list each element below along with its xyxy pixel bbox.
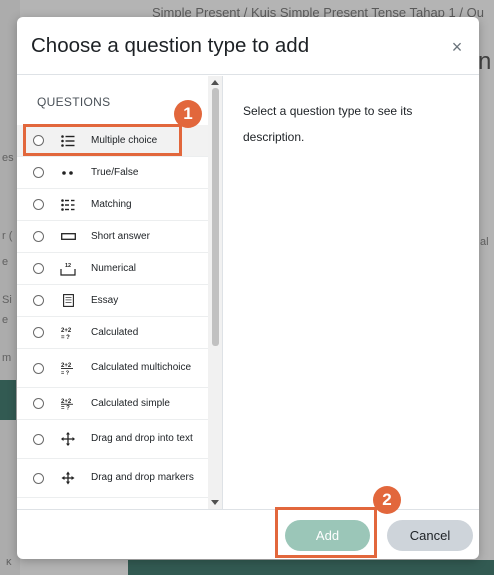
true-false-icon bbox=[59, 165, 77, 181]
step-marker-2: 2 bbox=[373, 486, 401, 514]
short-answer-icon bbox=[59, 229, 77, 245]
calculated-icon-glyph: 2+2 bbox=[61, 328, 72, 334]
question-type-label: Calculated simple bbox=[91, 397, 170, 409]
question-type-label: Drag and drop into text bbox=[91, 433, 193, 444]
question-type-label: True/False bbox=[91, 166, 139, 178]
question-type-label: Essay bbox=[91, 294, 119, 306]
question-type-true-false[interactable]: True/False bbox=[17, 157, 209, 189]
cancel-button[interactable]: Cancel bbox=[387, 520, 473, 551]
scroll-up-icon[interactable] bbox=[211, 80, 219, 85]
numerical-icon-glyph: 12 bbox=[65, 263, 71, 269]
calculated-simple-icon-glyph: = ? bbox=[61, 405, 70, 411]
calculated-multichoice-icon: 2+2 = ? bbox=[59, 360, 77, 376]
highlight-add-button bbox=[275, 507, 377, 558]
question-list-scrollbar[interactable] bbox=[208, 76, 222, 509]
question-type-description: Select a question type to see its descri… bbox=[243, 104, 413, 144]
radio-button[interactable] bbox=[33, 199, 44, 210]
dialog-header: Choose a question type to add × bbox=[17, 17, 479, 75]
close-button[interactable]: × bbox=[447, 37, 467, 57]
calculated-multichoice-icon-glyph: = ? bbox=[61, 371, 70, 376]
calculated-icon-glyph: = ? bbox=[61, 335, 70, 340]
step-marker-1: 1 bbox=[174, 100, 202, 128]
highlight-multiple-choice bbox=[23, 124, 182, 156]
question-type-calculated[interactable]: 2+2 = ? Calculated bbox=[17, 317, 209, 349]
radio-button[interactable] bbox=[33, 433, 44, 445]
radio-button[interactable] bbox=[33, 263, 44, 274]
question-type-dialog: Choose a question type to add × QUESTION… bbox=[17, 17, 479, 559]
question-type-numerical[interactable]: 12 Numerical bbox=[17, 253, 209, 285]
dialog-footer: Add Cancel bbox=[17, 509, 479, 559]
question-type-essay[interactable]: Essay bbox=[17, 285, 209, 317]
matching-icon bbox=[59, 197, 77, 213]
description-pane: Select a question type to see its descri… bbox=[224, 76, 479, 509]
radio-button[interactable] bbox=[33, 327, 44, 338]
numerical-icon: 12 bbox=[59, 261, 77, 277]
close-icon: × bbox=[451, 37, 463, 57]
question-type-label: Matching bbox=[91, 198, 132, 210]
calculated-icon: 2+2 = ? bbox=[59, 325, 77, 341]
question-type-label: Calculated bbox=[91, 326, 139, 338]
radio-button[interactable] bbox=[33, 472, 44, 484]
radio-button[interactable] bbox=[33, 231, 44, 242]
question-type-calculated-simple[interactable]: 2+2 = ? Calculated simple bbox=[17, 388, 209, 420]
drag-drop-text-icon bbox=[59, 431, 77, 447]
question-type-drag-drop-text[interactable]: Drag and drop into text bbox=[17, 420, 209, 459]
question-type-label: Calculated multichoice bbox=[91, 362, 192, 373]
radio-button[interactable] bbox=[33, 167, 44, 178]
radio-button[interactable] bbox=[33, 362, 44, 374]
calculated-simple-icon: 2+2 = ? bbox=[59, 396, 77, 412]
question-type-calculated-multichoice[interactable]: 2+2 = ? Calculated multichoice bbox=[17, 349, 209, 388]
section-label-questions: QUESTIONS bbox=[37, 95, 111, 109]
question-type-drag-drop-markers[interactable]: Drag and drop markers bbox=[17, 459, 209, 498]
radio-button[interactable] bbox=[33, 295, 44, 306]
radio-button[interactable] bbox=[33, 398, 44, 409]
dialog-title: Choose a question type to add bbox=[31, 34, 310, 57]
essay-icon bbox=[59, 293, 77, 309]
question-type-label: Numerical bbox=[91, 262, 137, 274]
question-type-label: Drag and drop markers bbox=[91, 472, 194, 483]
scroll-down-icon[interactable] bbox=[211, 500, 219, 505]
question-type-matching[interactable]: Matching bbox=[17, 189, 209, 221]
question-type-short-answer[interactable]: Short answer bbox=[17, 221, 209, 253]
question-type-label: Short answer bbox=[91, 230, 150, 242]
scrollbar-thumb[interactable] bbox=[212, 88, 219, 346]
question-type-list: Multiple choice True/False Matching Shor… bbox=[17, 125, 209, 498]
drag-drop-markers-icon bbox=[59, 470, 77, 486]
